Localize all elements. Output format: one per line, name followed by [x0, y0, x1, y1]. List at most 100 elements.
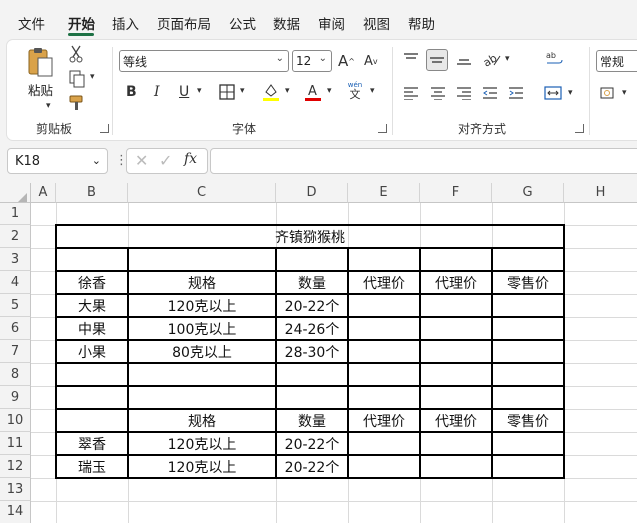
- font-color-icon[interactable]: A: [304, 82, 322, 102]
- cancel-icon[interactable]: ✕: [135, 151, 148, 170]
- wrap-text-icon[interactable]: ab: [545, 50, 563, 68]
- column-header-h[interactable]: H: [564, 183, 637, 203]
- menu-page-layout[interactable]: 页面布局: [157, 13, 211, 33]
- decrease-indent-icon[interactable]: [482, 86, 498, 100]
- row-header-8[interactable]: 8: [0, 363, 31, 386]
- font-launcher-icon[interactable]: [378, 124, 387, 133]
- row-header-14[interactable]: 14: [0, 501, 31, 523]
- column-header-c[interactable]: C: [128, 183, 276, 203]
- menu-formulas[interactable]: 公式: [229, 13, 256, 33]
- cell-d4[interactable]: 数量: [277, 273, 347, 293]
- number-format-select[interactable]: 常规: [596, 50, 637, 72]
- cell-c4[interactable]: 规格: [129, 273, 275, 293]
- align-bottom-icon[interactable]: [456, 52, 472, 66]
- row-header-10[interactable]: 10: [0, 409, 31, 432]
- cut-icon[interactable]: [68, 45, 84, 63]
- orientation-icon[interactable]: ab: [482, 50, 502, 68]
- fill-color-icon[interactable]: [262, 82, 280, 102]
- cell-d5[interactable]: 20-22个: [277, 296, 347, 316]
- menu-data[interactable]: 数据: [273, 13, 300, 33]
- cell-d10[interactable]: 数量: [277, 411, 347, 431]
- align-right-icon[interactable]: [456, 86, 472, 100]
- phonetic-dropdown-icon[interactable]: ▾: [370, 86, 375, 96]
- alignment-launcher-icon[interactable]: [575, 124, 584, 133]
- name-box[interactable]: K18 ⌄: [7, 148, 108, 174]
- cell-b6[interactable]: 中果: [57, 319, 127, 339]
- column-header-a[interactable]: A: [31, 183, 56, 203]
- paste-icon[interactable]: [26, 46, 56, 78]
- phonetic-guide-icon[interactable]: wén 文: [346, 80, 364, 102]
- cell-c11[interactable]: 120克以上: [129, 434, 275, 454]
- font-name-select[interactable]: 等线 ⌄: [119, 50, 289, 72]
- row-header-1[interactable]: 1: [0, 203, 31, 225]
- align-top-icon[interactable]: [403, 52, 419, 66]
- fill-color-dropdown-icon[interactable]: ▾: [285, 86, 290, 96]
- cell-g4[interactable]: 零售价: [493, 273, 563, 293]
- cell-e4[interactable]: 代理价: [349, 273, 419, 293]
- row-header-13[interactable]: 13: [0, 478, 31, 501]
- menu-review[interactable]: 审阅: [318, 13, 345, 33]
- menu-file[interactable]: 文件: [18, 13, 45, 33]
- row-header-9[interactable]: 9: [0, 386, 31, 409]
- align-center-icon[interactable]: [430, 86, 446, 100]
- menu-insert[interactable]: 插入: [112, 13, 139, 33]
- accounting-format-icon[interactable]: [600, 86, 620, 100]
- font-size-select[interactable]: 12 ⌄: [292, 50, 332, 72]
- cell-f10[interactable]: 代理价: [421, 411, 491, 431]
- row-header-3[interactable]: 3: [0, 248, 31, 271]
- accounting-dropdown-icon[interactable]: ▾: [622, 88, 627, 98]
- row-header-5[interactable]: 5: [0, 294, 31, 317]
- copy-icon[interactable]: [68, 70, 86, 88]
- cell-d12[interactable]: 20-22个: [277, 457, 347, 477]
- column-header-f[interactable]: F: [420, 183, 492, 203]
- menu-help[interactable]: 帮助: [408, 13, 435, 33]
- borders-dropdown-icon[interactable]: ▾: [240, 86, 245, 96]
- cell-c7[interactable]: 80克以上: [129, 342, 275, 362]
- copy-dropdown-icon[interactable]: ▾: [90, 72, 95, 82]
- orientation-dropdown-icon[interactable]: ▾: [505, 54, 510, 64]
- bold-icon[interactable]: B: [126, 84, 137, 100]
- italic-icon[interactable]: I: [154, 84, 160, 100]
- cell-e10[interactable]: 代理价: [349, 411, 419, 431]
- align-left-icon[interactable]: [403, 86, 419, 100]
- cell-c10[interactable]: 规格: [129, 411, 275, 431]
- cell-d6[interactable]: 24-26个: [277, 319, 347, 339]
- row-header-6[interactable]: 6: [0, 317, 31, 340]
- underline-icon[interactable]: U: [179, 84, 189, 100]
- row-header-11[interactable]: 11: [0, 432, 31, 455]
- column-header-d[interactable]: D: [276, 183, 348, 203]
- cell-d7[interactable]: 28-30个: [277, 342, 347, 362]
- increase-font-size-icon[interactable]: A ^: [338, 52, 355, 70]
- font-color-dropdown-icon[interactable]: ▾: [327, 86, 332, 96]
- borders-icon[interactable]: [219, 84, 235, 100]
- cell-c5[interactable]: 120克以上: [129, 296, 275, 316]
- clipboard-launcher-icon[interactable]: [100, 124, 109, 133]
- cell-b4[interactable]: 徐香: [57, 273, 127, 293]
- row-header-2[interactable]: 2: [0, 225, 31, 248]
- underline-dropdown-icon[interactable]: ▾: [197, 86, 202, 96]
- cell-c12[interactable]: 120克以上: [129, 457, 275, 477]
- cell-b5[interactable]: 大果: [57, 296, 127, 316]
- formula-input[interactable]: [210, 148, 637, 174]
- cell-b12[interactable]: 瑞玉: [57, 457, 127, 477]
- cell-f4[interactable]: 代理价: [421, 273, 491, 293]
- decrease-font-size-icon[interactable]: Av: [364, 54, 378, 69]
- cell-d11[interactable]: 20-22个: [277, 434, 347, 454]
- menu-home[interactable]: 开始: [68, 13, 95, 33]
- column-header-g[interactable]: G: [492, 183, 564, 203]
- cell-b11[interactable]: 翠香: [57, 434, 127, 454]
- merge-center-icon[interactable]: [544, 84, 562, 102]
- enter-icon[interactable]: ✓: [159, 151, 172, 170]
- merge-dropdown-icon[interactable]: ▾: [568, 88, 573, 98]
- row-header-4[interactable]: 4: [0, 271, 31, 294]
- menu-view[interactable]: 视图: [363, 13, 390, 33]
- insert-function-icon[interactable]: fx: [184, 151, 197, 167]
- cell-b7[interactable]: 小果: [57, 342, 127, 362]
- sheet-title-cell[interactable]: 齐镇猕猴桃: [57, 227, 563, 247]
- paste-label[interactable]: 粘贴: [28, 80, 53, 99]
- row-header-12[interactable]: 12: [0, 455, 31, 478]
- format-painter-icon[interactable]: [68, 94, 86, 112]
- cell-g10[interactable]: 零售价: [493, 411, 563, 431]
- increase-indent-icon[interactable]: [508, 86, 524, 100]
- align-middle-icon[interactable]: [426, 49, 448, 71]
